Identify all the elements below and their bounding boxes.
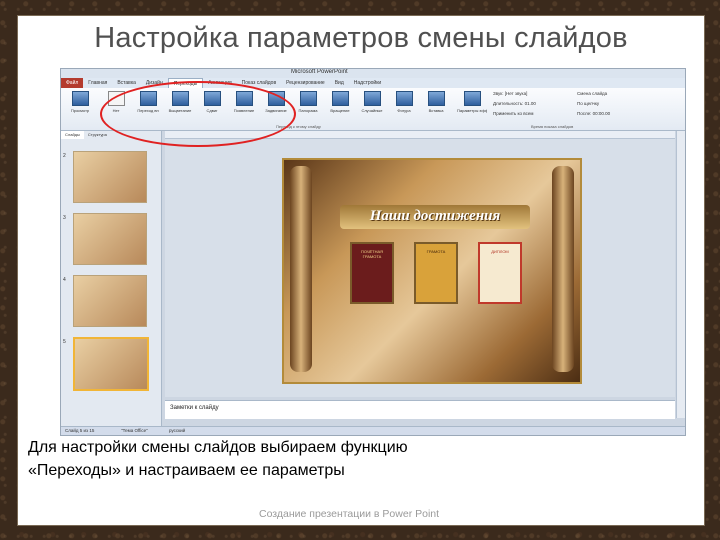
certificate-text: ПОЧЁТНАЯ ГРАМОТА [360,249,384,259]
preview-icon [71,91,89,106]
slide-number-status: Слайд 5 из 15 [65,428,95,433]
theme-status: "Тема Office" [121,428,148,433]
vertical-scrollbar[interactable] [676,131,685,418]
certificate-text: ДИПЛОМ [491,249,509,254]
transition-button[interactable]: Панорама [293,91,323,121]
transition-icon [331,91,349,106]
slide-thumbnail[interactable] [73,275,147,327]
language-status: русский [169,428,186,433]
status-bar: Слайд 5 из 15 "Тема Office" русский [61,426,685,435]
tab-0[interactable]: Файл [61,78,84,88]
advance-heading: Смена слайда [577,91,608,96]
slide-thumbnails-panel: Слайды Структура 2 3 4 5 [61,131,162,426]
slide-thumbnail-selected[interactable] [73,337,149,391]
description-text: Для настройки смены слайдов выбираем фун… [28,439,408,479]
transition-button[interactable]: Вставка [421,91,451,121]
tab-2[interactable]: Вставка [112,78,141,88]
presentation-slide: Настройка параметров смены слайдов Micro… [17,15,705,526]
group-timing-label: Время показа слайдов [531,124,574,129]
thumb-number: 2 [63,153,66,159]
title-bar: Microsoft PowerPoint [61,69,685,78]
tab-9[interactable]: Надстройки [349,78,386,88]
certificate-image: ДИПЛОМ [478,242,522,304]
duration-field[interactable]: Длительность: 01.00 [493,101,536,106]
right-scroll-image [552,166,574,372]
apply-all-button[interactable]: Применить ко всем [493,111,533,116]
after-checkbox[interactable]: После: 00:00.00 [577,111,610,116]
sound-select[interactable]: Звук: [Нет звука] [493,91,527,96]
tab-slides[interactable]: Слайды [61,131,84,139]
preview-button[interactable]: Просмотр [65,91,95,121]
on-click-checkbox[interactable]: По щелчку [577,101,599,106]
powerpoint-screenshot: Microsoft PowerPoint Файл Главная Вставка Д… [60,68,686,436]
effect-options-label: Параметры эффектов [457,108,487,113]
transition-button[interactable]: Фигура [389,91,419,121]
certificate-image: ПОЧЁТНАЯ ГРАМОТА [350,242,394,304]
thumb-number: 4 [63,277,66,283]
transition-icon [427,91,445,106]
thumb-number: 5 [63,339,66,345]
notes-placeholder: Заметки к слайду [170,405,219,411]
certificate-text: ГРАМОТА [426,249,446,254]
tab-1[interactable]: Главная [83,78,112,88]
transition-icon [299,91,317,106]
tab-outline[interactable]: Структура [84,131,111,139]
certificate-image: ГРАМОТА [414,242,458,304]
transition-label: Вставка [428,108,444,113]
window-title: Microsoft PowerPoint [291,69,348,75]
slide-title: Настройка параметров смены слайдов [94,22,628,54]
transition-icon [395,91,413,106]
transition-label: Фигура [397,108,411,113]
tab-8[interactable]: Вид [330,78,349,88]
main-slide-canvas[interactable]: Наши достижения ПОЧЁТНАЯ ГРАМОТА ГРАМОТА… [282,158,582,384]
heading-banner: Наши достижения [340,205,530,229]
transition-button[interactable]: Вращение [325,91,355,121]
preview-label: Просмотр [70,108,90,113]
slide-heading: Наши достижения [369,208,501,224]
highlight-oval [100,81,296,147]
tab-7[interactable]: Рецензирование [281,78,330,88]
left-scroll-image [290,166,312,372]
transition-label: Вращение [330,108,350,113]
thumb-number: 3 [63,215,66,221]
transition-icon [363,91,381,106]
slide-editor: Наши достижения ПОЧЁТНАЯ ГРАМОТА ГРАМОТА… [165,131,675,397]
notes-pane[interactable]: Заметки к слайду [165,400,675,419]
transition-label: Панорама [298,108,318,113]
slide-thumbnail[interactable] [73,151,147,203]
effect-options-button[interactable]: Параметры эффектов [457,91,487,121]
slide-thumbnail[interactable] [73,213,147,265]
footer-text: Создание презентации в Power Point [259,508,440,520]
transition-label: Случайные [361,108,383,113]
transition-button[interactable]: Случайные [357,91,387,121]
effect-options-icon [463,91,481,106]
